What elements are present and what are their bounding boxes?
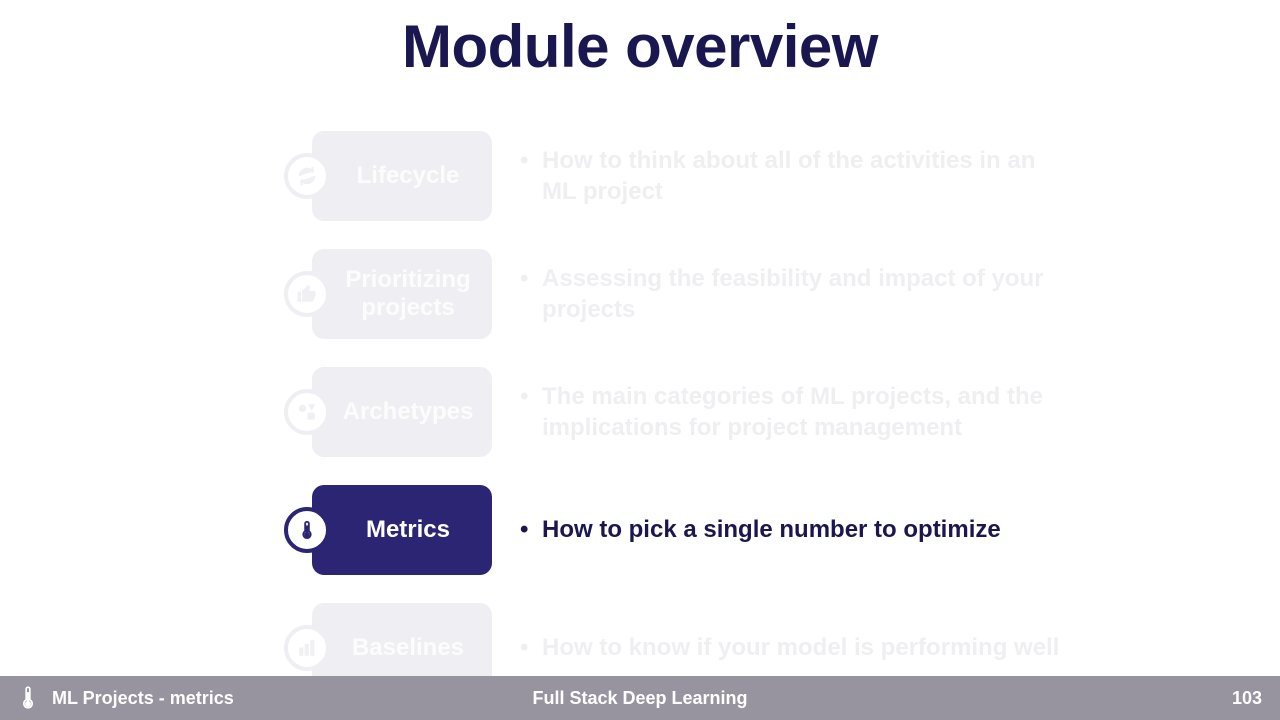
cycle-icon xyxy=(284,153,330,199)
section-label: Lifecycle xyxy=(357,162,460,190)
section-label: Metrics xyxy=(366,516,450,544)
slide-footer: ML Projects - metrics Full Stack Deep Le… xyxy=(0,676,1280,720)
slide-title: Module overview xyxy=(0,12,1280,81)
section-desc: How to know if your model is performing … xyxy=(520,632,1060,663)
section-label: Archetypes xyxy=(343,398,474,426)
section-desc: The main categories of ML projects, and … xyxy=(520,381,1060,443)
page-number: 103 xyxy=(847,688,1280,709)
section-label: Prioritizing projects xyxy=(345,266,470,321)
section-desc: How to think about all of the activities… xyxy=(520,145,1060,207)
section-archetypes: Archetypes The main categories of ML pro… xyxy=(280,362,1060,462)
section-metrics: Metrics How to pick a single number to o… xyxy=(280,480,1060,580)
thermometer-icon xyxy=(284,507,330,553)
module-sections: Lifecycle How to think about all of the … xyxy=(280,126,1060,716)
thermometer-icon xyxy=(18,685,38,711)
section-prioritizing: Prioritizing projects Assessing the feas… xyxy=(280,244,1060,344)
section-lifecycle: Lifecycle How to think about all of the … xyxy=(280,126,1060,226)
footer-center-text: Full Stack Deep Learning xyxy=(433,688,848,709)
footer-left-text: ML Projects - metrics xyxy=(52,688,234,709)
thumbs-up-icon xyxy=(284,271,330,317)
section-desc: How to pick a single number to optimize xyxy=(520,514,1060,545)
bar-chart-icon xyxy=(284,625,330,671)
section-desc: Assessing the feasibility and impact of … xyxy=(520,263,1060,325)
section-label: Baselines xyxy=(352,634,464,662)
shapes-icon xyxy=(284,389,330,435)
